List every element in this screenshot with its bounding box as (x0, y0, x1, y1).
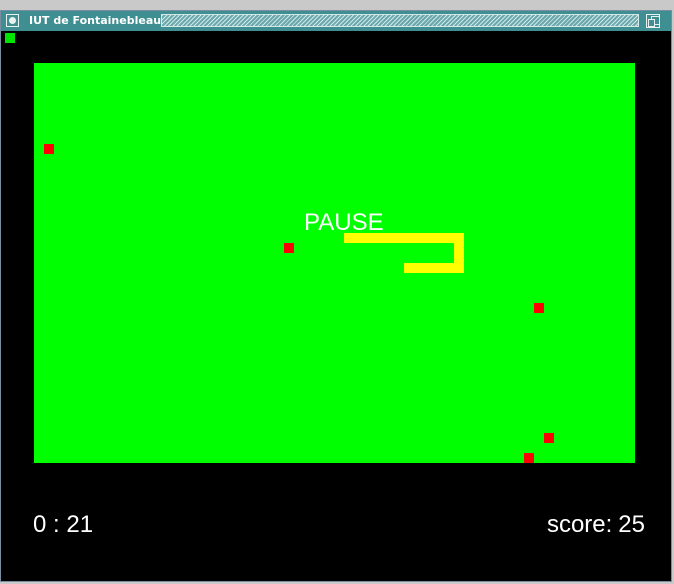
game-window: IUT de Fontainebleau PAUSE 0 : 21 score:… (0, 10, 672, 582)
apple (284, 243, 294, 253)
score-display: score: 25 (547, 511, 645, 539)
pause-label: PAUSE (304, 209, 384, 236)
window-title: IUT de Fontainebleau (29, 14, 162, 27)
apple (44, 144, 54, 154)
title-bar[interactable]: IUT de Fontainebleau (1, 11, 671, 31)
timer: 0 : 21 (33, 511, 94, 538)
snake-segment (404, 263, 464, 273)
apple (534, 303, 544, 313)
score-value: 25 (618, 511, 645, 538)
apple (524, 453, 534, 463)
play-field (34, 63, 635, 463)
title-bar-drag-area[interactable] (161, 14, 639, 27)
corner-marker (5, 33, 15, 43)
score-label: score: (546, 511, 613, 538)
window-menu-icon[interactable] (6, 14, 19, 27)
apple (544, 433, 554, 443)
maximize-icon[interactable] (646, 14, 660, 28)
